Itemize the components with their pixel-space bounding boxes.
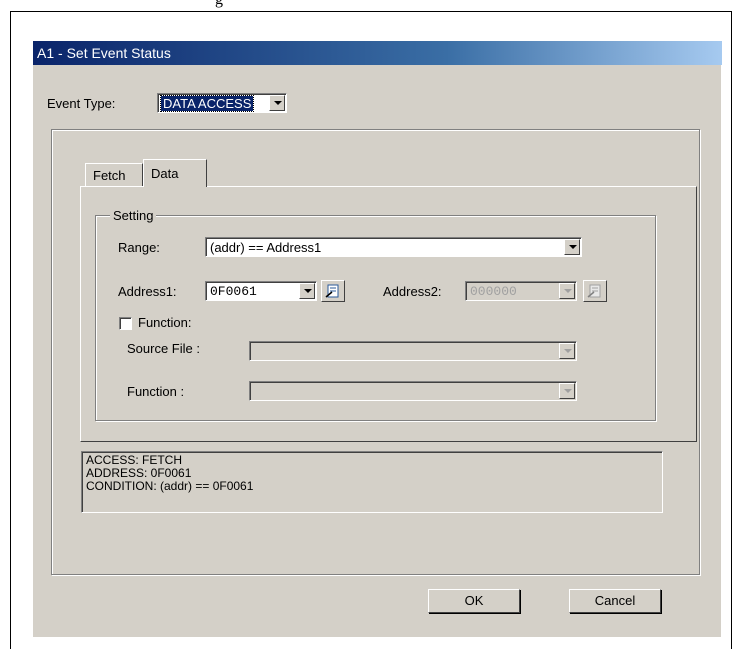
address2-browse-button[interactable] [583,280,607,302]
chevron-down-icon[interactable] [299,283,315,299]
setting-group-label: Setting [110,208,157,223]
tab-data-label: Data [151,166,179,181]
source-file-select[interactable] [249,341,577,361]
tab-data[interactable]: Data [143,159,207,187]
address1-select[interactable]: 0F0061 [205,281,317,301]
set-event-status-dialog: A1 - Set Event Status Event Type: DATA A… [32,41,722,637]
range-select[interactable]: (addr) == Address1 [205,237,582,257]
address1-value: 0F0061 [210,284,257,299]
address2-label: Address2: [383,284,442,299]
event-type-select[interactable]: DATA ACCESS [157,93,287,113]
chevron-down-icon[interactable] [559,283,575,299]
dialog-title: A1 - Set Event Status [37,45,171,61]
address2-select[interactable]: 000000 [465,281,577,301]
function-label: Function : [127,384,185,399]
function-checkbox[interactable] [119,317,132,330]
status-box: ACCESS: FETCH ADDRESS: 0F0061 CONDITION:… [81,451,663,513]
source-file-label: Source File : [127,341,200,356]
chevron-down-icon[interactable] [559,343,575,359]
address2-value: 000000 [470,284,517,299]
event-type-value: DATA ACCESS [159,95,255,112]
chevron-down-icon[interactable] [559,383,575,399]
function-checkbox-label: Function: [138,315,192,330]
tab-fetch[interactable]: Fetch [85,163,143,187]
title-bar: A1 - Set Event Status [33,41,722,65]
range-value: (addr) == Address1 [210,240,322,255]
cancel-button[interactable]: Cancel [569,589,661,613]
document-arrow-icon [587,284,601,298]
address1-label: Address1: [118,284,177,299]
document-arrow-icon [325,284,339,298]
tab-fetch-label: Fetch [93,168,126,183]
ok-button[interactable]: OK [428,589,520,613]
chevron-down-icon[interactable] [269,95,285,111]
chevron-down-icon[interactable] [564,239,580,255]
range-label: Range: [118,240,160,255]
status-line-condition: CONDITION: (addr) == 0F0061 [86,479,254,493]
address1-browse-button[interactable] [321,280,345,302]
function-select[interactable] [249,381,577,401]
event-type-label: Event Type: [47,96,116,111]
